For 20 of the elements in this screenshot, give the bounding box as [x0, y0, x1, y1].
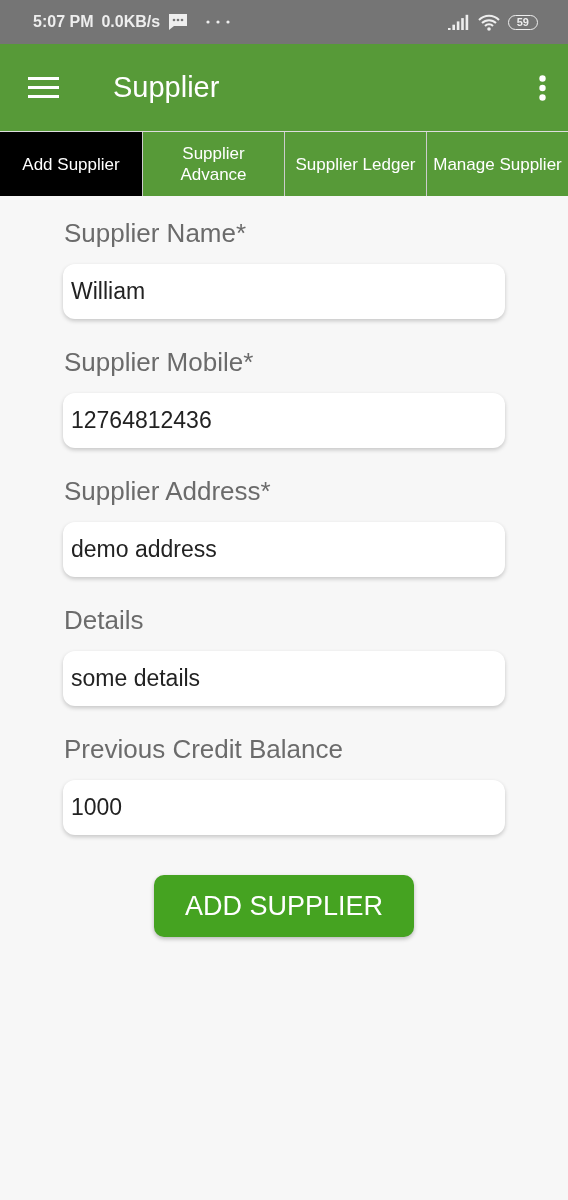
field-label: Previous Credit Balance [64, 734, 344, 765]
more-notifications-icon [206, 20, 231, 24]
app-title: Supplier [113, 71, 221, 104]
input-field[interactable]: demo address [63, 522, 505, 577]
wifi-icon [477, 13, 500, 31]
input-field[interactable]: William [63, 264, 505, 319]
network-speed: 0.0KB/s [101, 13, 161, 31]
field-label: Supplier Mobile* [64, 347, 255, 378]
field-label: Supplier Name* [64, 218, 248, 249]
input-field[interactable]: 12764812436 [63, 393, 505, 448]
menu-icon[interactable] [28, 77, 59, 98]
input-field[interactable]: 1000 [63, 780, 505, 835]
signal-icon [447, 14, 470, 30]
input-field[interactable]: some details [63, 651, 505, 706]
tab[interactable]: Add Supplier [0, 132, 142, 196]
field-label: Supplier Address* [64, 476, 272, 507]
field-label: Details [64, 605, 145, 636]
overflow-menu-icon[interactable] [539, 74, 546, 101]
status-time: 5:07 PM [33, 13, 94, 31]
message-icon [168, 13, 189, 31]
